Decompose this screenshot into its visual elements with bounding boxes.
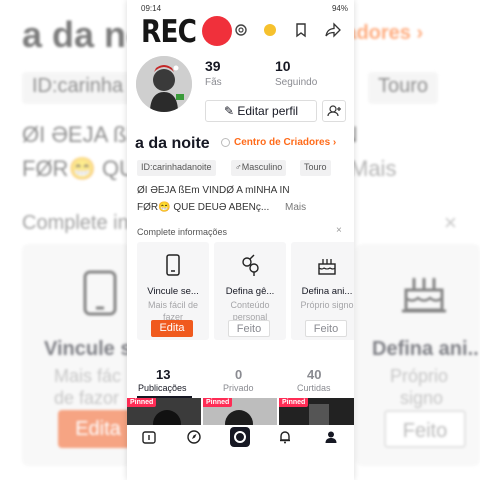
- bg-id-pill: ID:carinha: [22, 72, 134, 104]
- pinned-badge: Pinned: [203, 398, 233, 407]
- bg-card1-sub: Mais fác: [54, 366, 122, 386]
- card-edit-button[interactable]: Edita: [151, 320, 193, 337]
- avatar-image: [136, 56, 192, 112]
- avatar[interactable]: [136, 56, 192, 112]
- card-done-button[interactable]: Feito: [228, 320, 270, 337]
- card-subtitle: Conteúdo personal: [230, 300, 270, 321]
- creator-center-link[interactable]: Centro de Criadores ›: [234, 137, 336, 148]
- bg-card-left: Vincule s Mais fác de fazor Edita: [22, 244, 138, 466]
- coin-icon[interactable]: [262, 22, 278, 38]
- record-dot[interactable]: [202, 16, 232, 46]
- edit-profile-button[interactable]: ✎ Editar perfil: [205, 100, 317, 122]
- tab-private-count[interactable]: 0: [235, 367, 242, 382]
- add-friends-button[interactable]: [322, 100, 346, 122]
- close-icon[interactable]: ×: [336, 225, 342, 236]
- bg-card1-sub2: de fazor: [54, 388, 120, 408]
- status-battery: 94%: [331, 4, 348, 13]
- pinned-badge: Pinned: [279, 398, 309, 407]
- gender-icon: [242, 254, 259, 276]
- following-label: Fãs: [205, 77, 222, 88]
- edit-profile-label: Editar perfil: [237, 104, 299, 118]
- pencil-icon: ✎: [223, 104, 238, 118]
- tab-private[interactable]: Privado: [223, 383, 254, 393]
- bottom-bar-spacer: [127, 449, 354, 480]
- bg-bio-line2: FØR😁 QU: [22, 156, 135, 181]
- bg-card3-button: Feito: [384, 410, 466, 448]
- bg-close-icon: ×: [444, 210, 457, 235]
- share-icon[interactable]: [325, 22, 341, 38]
- bio-line1: ØI ƏEJA ßEm VINDØ A mINHA IN: [137, 185, 290, 196]
- tag-id[interactable]: ID:carinhadanoite: [137, 160, 216, 176]
- complete-card-phone[interactable]: Vincule se... Mais fácil de fazer Edita: [137, 242, 209, 340]
- rec-label: REC: [141, 14, 197, 50]
- pinned-badge: Pinned: [127, 398, 157, 407]
- phone-icon: [166, 254, 180, 276]
- card-title: Vincule se...: [147, 286, 199, 297]
- verified-icon: [221, 138, 230, 147]
- bg-bio-more: Mais: [350, 156, 397, 181]
- followers-label: Seguindo: [275, 77, 318, 88]
- tag-sign[interactable]: Touro: [300, 160, 331, 176]
- bg-card3-sub2: signo: [400, 388, 444, 408]
- tab-liked-count[interactable]: 40: [307, 367, 321, 382]
- add-user-icon: [327, 105, 341, 117]
- phone-screen: 09:14 94% REC 39 Fãs 10 Seguindo ✎ Edita…: [127, 0, 354, 480]
- bg-card-right: Defina ani... Próprio signo Feito: [356, 244, 480, 466]
- complete-info-title: Complete informações: [137, 227, 228, 237]
- bg-card3-sub: Próprio: [390, 366, 449, 386]
- discover-icon[interactable]: [187, 430, 201, 444]
- tab-posts[interactable]: Publicações: [138, 383, 187, 393]
- bio-line2: FØR😁 QUE DEUƏ ABENç...: [137, 202, 270, 213]
- home-icon[interactable]: [142, 430, 156, 444]
- following-count[interactable]: 39: [205, 58, 221, 74]
- bg-cake-icon: [402, 278, 446, 313]
- card-title: Defina ani...: [301, 286, 353, 297]
- bottom-navigation: [127, 425, 354, 449]
- profile-icon[interactable]: [324, 430, 338, 444]
- bookmark-icon[interactable]: [293, 22, 309, 38]
- nickname: a da noite: [135, 135, 210, 152]
- tab-liked[interactable]: Curtidas: [297, 383, 331, 393]
- tag-gender[interactable]: ♂Masculino: [231, 160, 287, 176]
- tab-posts-count[interactable]: 13: [156, 367, 170, 382]
- followers-count[interactable]: 10: [275, 58, 291, 74]
- settings-icon[interactable]: [233, 22, 249, 38]
- status-time: 09:14: [141, 4, 162, 13]
- bio-more-link[interactable]: Mais: [285, 202, 306, 213]
- notifications-icon[interactable]: [278, 430, 292, 444]
- bg-card1-title: Vincule s: [44, 338, 132, 360]
- cake-icon: [318, 259, 336, 275]
- complete-card-birthday[interactable]: Defina ani... Próprio signo Feito: [291, 242, 354, 340]
- bg-phone-icon: [83, 270, 117, 316]
- card-subtitle: Mais fácil de fazer: [147, 300, 199, 321]
- card-subtitle: Próprio signo: [300, 300, 354, 310]
- create-icon[interactable]: [229, 426, 251, 448]
- bg-touro-pill: Touro: [368, 72, 439, 104]
- bg-card1-button: Edita: [58, 410, 138, 448]
- bg-complete-title: Complete in: [22, 212, 129, 234]
- card-done-button[interactable]: Feito: [305, 320, 347, 337]
- bg-card3-title: Defina ani...: [372, 338, 480, 360]
- complete-card-gender[interactable]: Defina gê... Conteúdo personal Feito: [214, 242, 286, 340]
- card-title: Defina gê...: [225, 286, 275, 297]
